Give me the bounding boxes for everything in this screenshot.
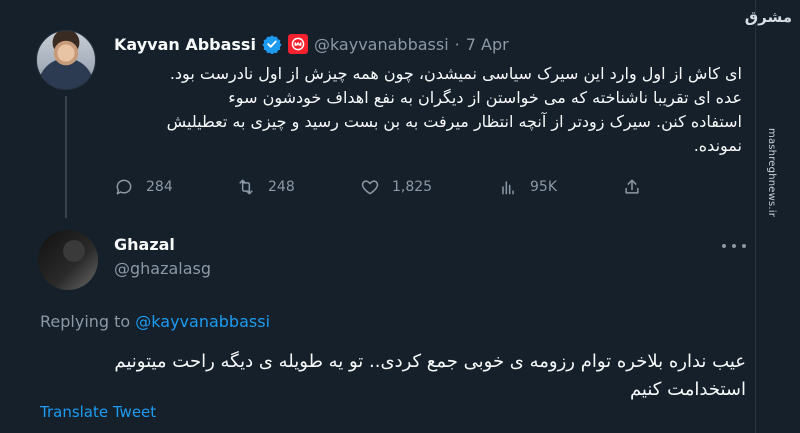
reply-line: استخدامت کنیم bbox=[629, 379, 746, 400]
retweet-count: 248 bbox=[268, 179, 295, 195]
divider bbox=[755, 0, 756, 433]
verified-badge-icon bbox=[262, 34, 282, 55]
more-options-icon[interactable] bbox=[722, 238, 746, 254]
reply-count: 284 bbox=[146, 179, 173, 195]
thread-connector-line bbox=[65, 96, 67, 218]
replying-to: Replying to @kayvanabbassi bbox=[40, 312, 270, 331]
reply-author-name[interactable]: Ghazal bbox=[114, 235, 175, 254]
translate-tweet-link[interactable]: Translate Tweet bbox=[40, 403, 156, 421]
reply-button[interactable]: 284 bbox=[114, 174, 173, 200]
affiliate-badge-icon[interactable] bbox=[287, 34, 308, 54]
tweet1-body: ای کاش از اول وارد این سیرک سیاسی نمیشدن… bbox=[114, 62, 742, 158]
share-icon bbox=[625, 179, 639, 194]
views-button[interactable]: 95K bbox=[498, 174, 557, 200]
replying-handle-link[interactable]: @kayvanabbassi bbox=[135, 312, 270, 331]
share-button[interactable] bbox=[622, 174, 642, 200]
analytics-icon bbox=[502, 181, 514, 195]
tweet1-line: عده ای تقریبا ناشناخته که می خواستن از د… bbox=[228, 88, 742, 107]
like-button[interactable]: 1,825 bbox=[360, 174, 432, 200]
like-count: 1,825 bbox=[392, 179, 433, 195]
retweet-button[interactable]: 248 bbox=[236, 174, 295, 200]
heart-icon bbox=[361, 180, 379, 195]
author-name[interactable]: Kayvan Abbassi bbox=[114, 35, 256, 54]
watermark-url: mashreghnews.ir bbox=[766, 128, 777, 218]
tweet-thread-screenshot: Kayvan Abbassi @kayvanabbassi · 7 Apr ای… bbox=[0, 0, 800, 433]
tweet-date[interactable]: 7 Apr bbox=[466, 35, 509, 54]
tweet1-line: نمونده. bbox=[693, 136, 742, 155]
watermark-logo: مشرق bbox=[744, 8, 792, 26]
replying-prefix: Replying to bbox=[40, 312, 131, 331]
reply-icon bbox=[116, 179, 132, 195]
reply-author-handle[interactable]: @ghazalasg bbox=[114, 259, 211, 278]
tweet1-header: Kayvan Abbassi @kayvanabbassi · 7 Apr bbox=[114, 33, 509, 55]
tweet1-line: ای کاش از اول وارد این سیرک سیاسی نمیشدن… bbox=[169, 64, 742, 83]
author-handle[interactable]: @kayvanabbassi bbox=[314, 35, 449, 54]
reply-body: عیب نداره بلاخره توام رزومه ی خوبی جمع ک… bbox=[40, 348, 746, 404]
avatar-kayvan[interactable] bbox=[36, 30, 96, 90]
tweet1-action-bar: 284 248 1,825 95K bbox=[114, 174, 654, 200]
tweet1-line: استفاده کنن. سیرک زودتر از آنچه انتظار م… bbox=[166, 112, 742, 131]
retweet-icon bbox=[239, 179, 253, 195]
avatar-ghazal[interactable] bbox=[38, 230, 98, 290]
view-count: 95K bbox=[530, 179, 557, 195]
separator-dot: · bbox=[454, 34, 460, 54]
reply-line: عیب نداره بلاخره توام رزومه ی خوبی جمع ک… bbox=[114, 351, 746, 372]
